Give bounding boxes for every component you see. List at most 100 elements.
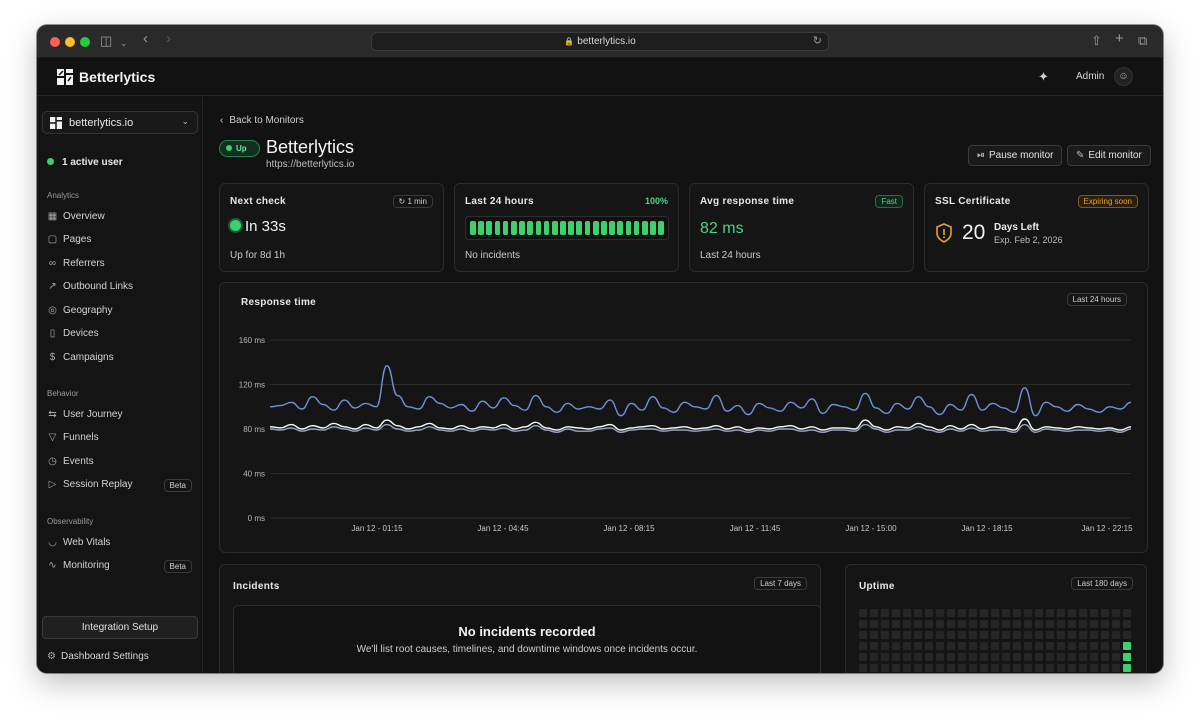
uptime-day-cell[interactable] bbox=[1035, 631, 1043, 639]
uptime-day-cell[interactable] bbox=[903, 664, 911, 672]
uptime-day-cell[interactable] bbox=[1090, 653, 1098, 661]
uptime-day-cell[interactable] bbox=[1079, 664, 1087, 672]
incidents-range-chip[interactable]: Last 7 days bbox=[754, 577, 807, 590]
sparkle-icon[interactable]: ✦ bbox=[1038, 69, 1049, 85]
uptime-day-cell[interactable] bbox=[1002, 620, 1010, 628]
uptime-day-cell[interactable] bbox=[1035, 620, 1043, 628]
uptime-day-cell[interactable] bbox=[936, 631, 944, 639]
uptime-day-cell[interactable] bbox=[980, 642, 988, 650]
uptime-day-cell[interactable] bbox=[1090, 620, 1098, 628]
zoom-window-button[interactable] bbox=[80, 37, 90, 47]
uptime-day-cell[interactable] bbox=[1123, 653, 1131, 661]
uptime-day-cell[interactable] bbox=[1101, 664, 1109, 672]
uptime-day-cell[interactable] bbox=[1101, 609, 1109, 617]
uptime-day-cell[interactable] bbox=[1101, 631, 1109, 639]
uptime-day-cell[interactable] bbox=[870, 631, 878, 639]
uptime-day-cell[interactable] bbox=[1057, 631, 1065, 639]
uptime-day-cell[interactable] bbox=[991, 664, 999, 672]
uptime-day-cell[interactable] bbox=[1024, 653, 1032, 661]
uptime-day-cell[interactable] bbox=[903, 609, 911, 617]
uptime-day-cell[interactable] bbox=[859, 609, 867, 617]
uptime-day-cell[interactable] bbox=[969, 609, 977, 617]
uptime-day-cell[interactable] bbox=[969, 620, 977, 628]
uptime-day-cell[interactable] bbox=[969, 642, 977, 650]
uptime-day-cell[interactable] bbox=[892, 620, 900, 628]
uptime-day-cell[interactable] bbox=[936, 664, 944, 672]
nav-web-vitals[interactable]: ◡ Web Vitals bbox=[47, 537, 197, 555]
uptime-day-cell[interactable] bbox=[1123, 620, 1131, 628]
uptime-day-cell[interactable] bbox=[1079, 653, 1087, 661]
uptime-day-cell[interactable] bbox=[914, 664, 922, 672]
uptime-day-cell[interactable] bbox=[1002, 653, 1010, 661]
uptime-day-cell[interactable] bbox=[870, 609, 878, 617]
uptime-day-cell[interactable] bbox=[914, 642, 922, 650]
uptime-day-cell[interactable] bbox=[870, 620, 878, 628]
uptime-day-cell[interactable] bbox=[1002, 664, 1010, 672]
uptime-day-cell[interactable] bbox=[925, 620, 933, 628]
uptime-day-cell[interactable] bbox=[1035, 642, 1043, 650]
uptime-day-cell[interactable] bbox=[947, 664, 955, 672]
uptime-day-cell[interactable] bbox=[881, 642, 889, 650]
uptime-day-cell[interactable] bbox=[980, 620, 988, 628]
uptime-day-cell[interactable] bbox=[1046, 653, 1054, 661]
uptime-day-cell[interactable] bbox=[936, 642, 944, 650]
address-bar[interactable]: 🔒 betterlytics.io ↻ bbox=[371, 32, 829, 51]
minimize-window-button[interactable] bbox=[65, 37, 75, 47]
uptime-day-cell[interactable] bbox=[947, 609, 955, 617]
uptime-day-cell[interactable] bbox=[1057, 642, 1065, 650]
uptime-day-cell[interactable] bbox=[980, 631, 988, 639]
uptime-day-cell[interactable] bbox=[903, 631, 911, 639]
uptime-day-cell[interactable] bbox=[969, 653, 977, 661]
brand-name[interactable]: Betterlytics bbox=[79, 69, 155, 85]
uptime-day-cell[interactable] bbox=[936, 653, 944, 661]
user-name[interactable]: Admin bbox=[1076, 71, 1104, 82]
uptime-day-cell[interactable] bbox=[947, 653, 955, 661]
uptime-day-cell[interactable] bbox=[936, 609, 944, 617]
sidebar-toggle-icon[interactable]: ◫ bbox=[100, 34, 112, 48]
uptime-day-cell[interactable] bbox=[1024, 631, 1032, 639]
uptime-day-cell[interactable] bbox=[969, 631, 977, 639]
uptime-day-cell[interactable] bbox=[1057, 609, 1065, 617]
uptime-day-cell[interactable] bbox=[958, 653, 966, 661]
uptime-day-cell[interactable] bbox=[1002, 631, 1010, 639]
uptime-day-cell[interactable] bbox=[947, 631, 955, 639]
nav-devices[interactable]: ▯ Devices bbox=[47, 328, 197, 346]
uptime-day-cell[interactable] bbox=[925, 631, 933, 639]
uptime-day-cell[interactable] bbox=[991, 609, 999, 617]
user-avatar-icon[interactable]: ☺ bbox=[1114, 67, 1133, 86]
uptime-day-cell[interactable] bbox=[1046, 642, 1054, 650]
back-arrow-icon[interactable]: ‹ bbox=[143, 31, 148, 46]
uptime-day-cell[interactable] bbox=[925, 664, 933, 672]
uptime-day-cell[interactable] bbox=[1013, 620, 1021, 628]
uptime-day-cell[interactable] bbox=[1013, 609, 1021, 617]
uptime-day-cell[interactable] bbox=[1090, 642, 1098, 650]
dashboard-settings-link[interactable]: ⚙ Dashboard Settings bbox=[47, 651, 149, 662]
share-icon[interactable]: ⇧ bbox=[1091, 34, 1102, 48]
uptime-day-cell[interactable] bbox=[969, 664, 977, 672]
uptime-day-cell[interactable] bbox=[903, 653, 911, 661]
uptime-day-cell[interactable] bbox=[859, 642, 867, 650]
nav-events[interactable]: ◷ Events bbox=[47, 456, 197, 474]
uptime-day-cell[interactable] bbox=[1101, 620, 1109, 628]
uptime-day-cell[interactable] bbox=[870, 642, 878, 650]
uptime-day-cell[interactable] bbox=[859, 653, 867, 661]
tabs-overview-icon[interactable]: ⧉ bbox=[1138, 34, 1147, 48]
pause-monitor-button[interactable]: ⏯ Pause monitor bbox=[968, 145, 1063, 166]
nav-session-replay[interactable]: ▷ Session Replay Beta bbox=[47, 479, 197, 497]
uptime-day-cell[interactable] bbox=[1112, 609, 1120, 617]
nav-geography[interactable]: ◎ Geography bbox=[47, 305, 197, 323]
uptime-day-cell[interactable] bbox=[1013, 631, 1021, 639]
uptime-day-cell[interactable] bbox=[936, 620, 944, 628]
uptime-day-cell[interactable] bbox=[914, 620, 922, 628]
uptime-day-cell[interactable] bbox=[1068, 642, 1076, 650]
uptime-day-cell[interactable] bbox=[881, 664, 889, 672]
chevron-down-icon[interactable]: ⌄ bbox=[120, 36, 128, 50]
uptime-day-cell[interactable] bbox=[1123, 664, 1131, 672]
uptime-day-cell[interactable] bbox=[1046, 609, 1054, 617]
uptime-day-cell[interactable] bbox=[1057, 620, 1065, 628]
uptime-day-cell[interactable] bbox=[980, 653, 988, 661]
uptime-day-cell[interactable] bbox=[1112, 653, 1120, 661]
uptime-day-cell[interactable] bbox=[881, 609, 889, 617]
uptime-day-cell[interactable] bbox=[1112, 620, 1120, 628]
nav-referrers[interactable]: ∞ Referrers bbox=[47, 258, 197, 276]
